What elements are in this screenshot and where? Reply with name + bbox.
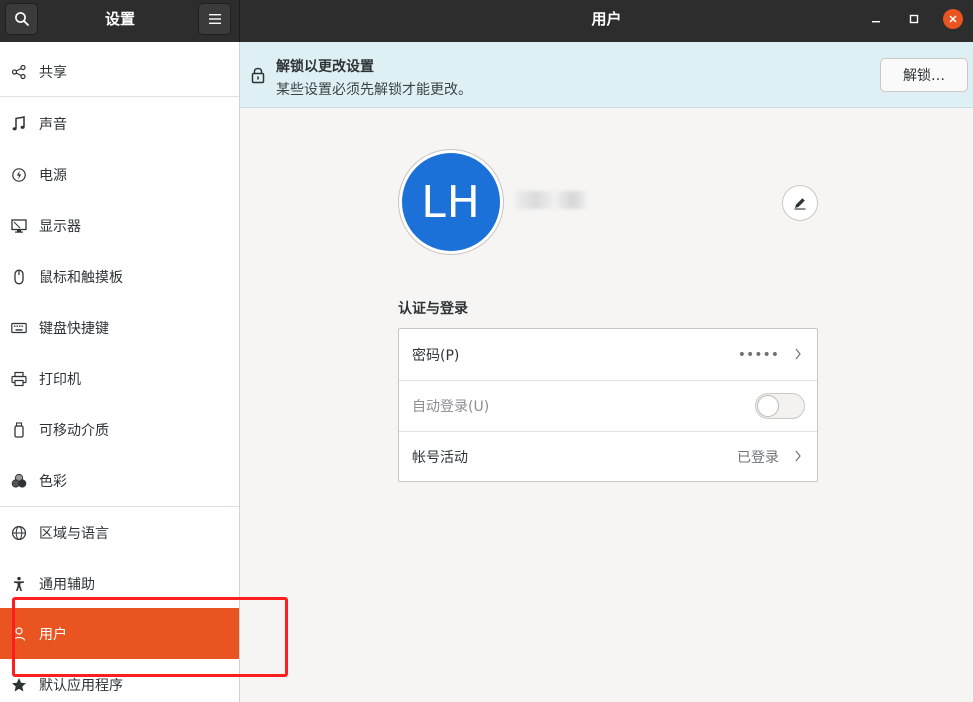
search-button[interactable] (5, 3, 38, 35)
sidebar-item-label: 声音 (39, 116, 67, 133)
sidebar-item-label: 色彩 (39, 473, 67, 490)
account-activity-label: 帐号活动 (412, 449, 468, 466)
unlock-infobar: 解锁以更改设置 某些设置必须先解锁才能更改。 解锁… (240, 42, 973, 108)
sidebar-item-label: 共享 (39, 64, 67, 81)
power-icon (11, 167, 27, 183)
password-row[interactable]: 密码(P) ••••• (399, 329, 817, 380)
sidebar-item-label: 区域与语言 (39, 525, 109, 542)
sidebar-item-label: 键盘快捷键 (39, 320, 109, 337)
sidebar-item-label: 鼠标和触摸板 (39, 269, 123, 286)
mouse-icon (11, 269, 27, 285)
account-activity-row[interactable]: 帐号活动 已登录 (399, 431, 817, 482)
sidebar-item-mouse-touchpad[interactable]: 鼠标和触摸板 (0, 251, 239, 302)
share-icon (11, 64, 27, 80)
unlock-button[interactable]: 解锁… (880, 58, 968, 92)
sidebar-item-removable-media[interactable]: 可移动介质 (0, 404, 239, 455)
sidebar-item-region-language[interactable]: 区域与语言 (0, 507, 239, 558)
sidebar-divider (0, 96, 239, 97)
header-bar: 设置 用户 (0, 0, 973, 42)
minimize-button[interactable] (866, 9, 886, 29)
close-icon (949, 15, 957, 23)
sidebar-item-displays[interactable]: 显示器 (0, 200, 239, 251)
chevron-right-icon (795, 450, 801, 462)
lock-icon (251, 67, 265, 84)
edit-name-button[interactable] (782, 185, 818, 221)
search-icon (14, 12, 29, 26)
highlight-annotation (12, 597, 288, 677)
removable-media-icon (11, 421, 27, 438)
keyboard-icon (11, 320, 27, 336)
autologin-toggle[interactable] (755, 393, 805, 419)
sidebar-item-printers[interactable]: 打印机 (0, 353, 239, 404)
sidebar-item-label: 默认应用程序 (39, 677, 123, 694)
maximize-icon (909, 14, 919, 24)
printer-icon (11, 371, 27, 387)
page-title: 用户 (591, 10, 622, 28)
auth-list: 密码(P) ••••• 自动登录(U) 帐号活动 已登录 (398, 328, 818, 482)
color-icon (11, 473, 27, 489)
hamburger-menu-icon (208, 14, 221, 24)
header-left-pane: 设置 (0, 0, 240, 42)
avatar[interactable]: LH (398, 149, 504, 255)
account-activity-value: 已登录 (737, 449, 779, 466)
password-label: 密码(P) (412, 347, 460, 364)
maximize-button[interactable] (904, 9, 924, 29)
avatar-initials: LH (402, 153, 500, 251)
sidebar-item-power[interactable]: 电源 (0, 149, 239, 200)
sidebar-item-label: 电源 (39, 167, 67, 184)
sidebar-item-sound[interactable]: 声音 (0, 98, 239, 149)
infobar-title: 解锁以更改设置 (276, 59, 374, 75)
sidebar-item-label: 可移动介质 (39, 422, 109, 439)
pencil-icon (794, 198, 806, 210)
sidebar-item-keyboard-shortcuts[interactable]: 键盘快捷键 (0, 302, 239, 353)
autologin-label: 自动登录(U) (412, 398, 490, 415)
globe-icon (11, 525, 27, 541)
toggle-knob (757, 395, 779, 417)
minimize-icon (872, 21, 880, 23)
infobar-subtitle: 某些设置必须先解锁才能更改。 (276, 82, 472, 98)
sidebar-item-label: 打印机 (39, 371, 81, 388)
star-icon (11, 677, 27, 693)
chevron-right-icon (795, 348, 801, 360)
close-button[interactable] (943, 9, 963, 29)
autologin-row: 自动登录(U) (399, 380, 817, 431)
sidebar-item-label: 通用辅助 (39, 576, 95, 593)
accessibility-icon (11, 576, 27, 592)
auth-section-title: 认证与登录 (398, 301, 468, 317)
menu-button[interactable] (198, 3, 231, 35)
sidebar-item-sharing[interactable]: 共享 (0, 46, 239, 97)
sidebar-item-label: 显示器 (39, 218, 81, 235)
sidebar-item-color[interactable]: 色彩 (0, 455, 239, 506)
user-name-redacted (515, 191, 587, 209)
password-value: ••••• (737, 346, 779, 363)
display-icon (11, 218, 27, 234)
music-note-icon (11, 115, 27, 132)
